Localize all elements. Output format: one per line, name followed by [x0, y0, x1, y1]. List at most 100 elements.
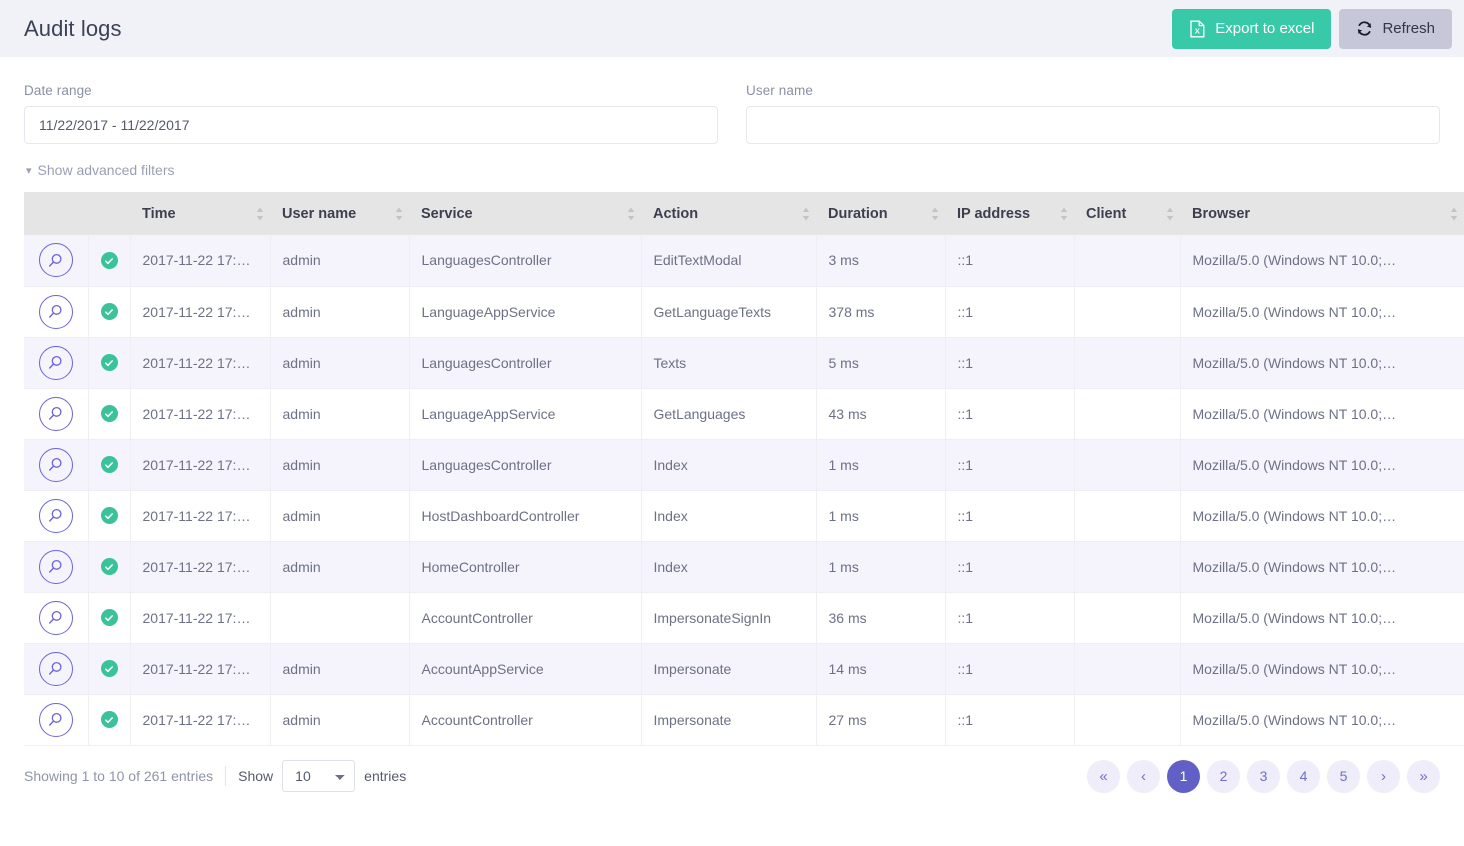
table-row: 2017-11-22 17:47:29 admin LanguageAppServi… — [24, 286, 1464, 338]
view-detail-button[interactable] — [38, 396, 73, 431]
view-detail-button[interactable] — [38, 243, 73, 278]
column-header-label: IP address — [957, 205, 1031, 222]
cell-action: Impersonate — [641, 694, 817, 746]
view-detail-button[interactable] — [38, 345, 73, 380]
cell-user: admin — [270, 439, 410, 491]
column-header-label: Duration — [828, 205, 888, 222]
date-range-input[interactable] — [24, 106, 718, 144]
column-header-status — [88, 192, 130, 235]
cell-browser: Mozilla/5.0 (Windows NT 10.0;… — [1180, 388, 1464, 440]
cell-dur: 36 ms — [816, 592, 946, 644]
pagination-next[interactable]: › — [1367, 759, 1400, 793]
cell-user: admin — [270, 541, 410, 593]
cell-ip: ::1 — [945, 286, 1075, 338]
show-advanced-filters-label: Show advanced filters — [37, 162, 175, 178]
sort-icon — [395, 207, 403, 221]
cell-client — [1074, 490, 1181, 542]
cell-detail — [24, 235, 89, 287]
cell-ip: ::1 — [945, 235, 1075, 287]
view-detail-button[interactable] — [38, 549, 73, 584]
cell-service: HomeController — [409, 541, 642, 593]
status-success-icon — [100, 558, 118, 576]
page-size-select[interactable]: 102550100 — [282, 760, 356, 792]
column-header-ip[interactable]: IP address — [945, 192, 1074, 235]
cell-client — [1074, 235, 1181, 287]
cell-ip: ::1 — [945, 388, 1075, 440]
column-header-label: Time — [142, 205, 176, 222]
pagination-last[interactable]: » — [1407, 759, 1440, 793]
cell-user: admin — [270, 694, 410, 746]
status-success-icon — [100, 711, 118, 729]
cell-client — [1074, 439, 1181, 491]
table-row: 2017-11-22 17:46:35 admin LanguagesControl… — [24, 439, 1464, 491]
status-success-icon — [100, 660, 118, 678]
pagination: «‹ 1 2 3 4 5 ›» — [1087, 759, 1440, 793]
cell-service: LanguageAppService — [409, 286, 642, 338]
cell-status — [88, 541, 131, 593]
export-to-excel-button[interactable]: X Export to excel — [1172, 8, 1332, 49]
cell-dur: 378 ms — [816, 286, 946, 338]
cell-status — [88, 643, 131, 695]
cell-status — [88, 592, 131, 644]
page-header: Audit logs X Export to excel Refresh — [0, 0, 1464, 57]
cell-client — [1074, 643, 1181, 695]
cell-time: 2017-11-22 17:46:37 — [130, 388, 271, 440]
cell-dur: 5 ms — [816, 337, 946, 389]
column-header-dur[interactable]: Duration — [816, 192, 945, 235]
cell-action: GetLanguageTexts — [641, 286, 817, 338]
table-row: 2017-11-22 17:51:17 admin LanguagesControl… — [24, 235, 1464, 287]
show-label: Show — [238, 768, 274, 784]
cell-time: 2017-11-22 17:44:29 — [130, 694, 271, 746]
cell-status — [88, 694, 131, 746]
file-excel-icon: X — [1189, 20, 1206, 38]
cell-user: admin — [270, 388, 410, 440]
cell-ip: ::1 — [945, 541, 1075, 593]
cell-client — [1074, 337, 1181, 389]
pagination-first[interactable]: « — [1087, 759, 1120, 793]
cell-client — [1074, 286, 1181, 338]
view-detail-button[interactable] — [38, 651, 73, 686]
refresh-button[interactable]: Refresh — [1339, 8, 1452, 49]
header-actions: X Export to excel Refresh — [1172, 8, 1452, 49]
pagination-page-2[interactable]: 2 — [1207, 759, 1240, 793]
cell-detail — [24, 337, 89, 389]
table-body: 2017-11-22 17:51:17 admin LanguagesControl… — [24, 235, 1464, 746]
column-header-client[interactable]: Client — [1074, 192, 1180, 235]
cell-time: 2017-11-22 17:47:29 — [130, 286, 271, 338]
cell-client — [1074, 388, 1181, 440]
column-header-service[interactable]: Service — [409, 192, 641, 235]
column-header-user[interactable]: User name — [270, 192, 409, 235]
date-range-filter: Date range — [24, 83, 718, 144]
cell-detail — [24, 643, 89, 695]
cell-browser: Mozilla/5.0 (Windows NT 10.0;… — [1180, 541, 1464, 593]
cell-service: LanguageAppService — [409, 388, 642, 440]
status-success-icon — [100, 354, 118, 372]
view-detail-button[interactable] — [38, 498, 73, 533]
show-advanced-filters-toggle[interactable]: ▾ Show advanced filters — [26, 162, 175, 178]
view-detail-button[interactable] — [38, 447, 73, 482]
view-detail-button[interactable] — [38, 600, 73, 635]
pagination-page-5[interactable]: 5 — [1327, 759, 1360, 793]
cell-action: Impersonate — [641, 643, 817, 695]
column-header-browser[interactable]: Browser — [1180, 192, 1464, 235]
cell-service: HostDashboardController — [409, 490, 642, 542]
view-detail-button[interactable] — [38, 702, 73, 737]
sort-icon — [802, 207, 810, 221]
user-name-input[interactable] — [746, 106, 1440, 144]
showing-entries-info: Showing 1 to 10 of 261 entries — [24, 766, 227, 786]
cell-browser: Mozilla/5.0 (Windows NT 10.0;… — [1180, 694, 1464, 746]
pagination-page-3[interactable]: 3 — [1247, 759, 1280, 793]
view-detail-button[interactable] — [38, 294, 73, 329]
sort-icon — [1166, 207, 1174, 221]
cell-dur: 43 ms — [816, 388, 946, 440]
pagination-page-4[interactable]: 4 — [1287, 759, 1320, 793]
column-header-time[interactable]: Time — [130, 192, 270, 235]
pagination-previous[interactable]: ‹ — [1127, 759, 1160, 793]
cell-status — [88, 286, 131, 338]
cell-client — [1074, 541, 1181, 593]
cell-service: LanguagesController — [409, 439, 642, 491]
cell-user: admin — [270, 235, 410, 287]
column-header-action[interactable]: Action — [641, 192, 816, 235]
status-success-icon — [100, 609, 118, 627]
pagination-page-1[interactable]: 1 — [1167, 759, 1200, 793]
